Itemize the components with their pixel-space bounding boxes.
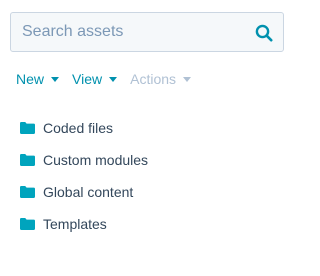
new-menu-label: New	[16, 71, 45, 87]
folder-item-global-content[interactable]: Global content	[20, 176, 148, 208]
folder-label: Global content	[43, 184, 134, 200]
search-input[interactable]	[11, 13, 241, 51]
new-menu-button[interactable]: New	[16, 70, 60, 88]
folder-icon	[20, 186, 35, 198]
folder-icon	[20, 122, 35, 134]
chevron-down-icon	[109, 76, 118, 82]
view-menu-label: View	[72, 71, 103, 87]
folder-label: Custom modules	[43, 152, 149, 168]
chevron-down-icon	[183, 76, 192, 82]
chevron-down-icon	[51, 76, 60, 82]
actions-menu-button[interactable]: Actions	[130, 70, 192, 88]
folder-list: Coded files Custom modules Global conten…	[20, 112, 148, 240]
folder-item-templates[interactable]: Templates	[20, 208, 148, 240]
actions-menu-label: Actions	[130, 71, 177, 87]
asset-browser-panel: New View Actions Coded files Custom modu…	[0, 0, 296, 276]
folder-item-coded-files[interactable]: Coded files	[20, 112, 148, 144]
folder-item-custom-modules[interactable]: Custom modules	[20, 144, 148, 176]
toolbar: New View Actions	[16, 70, 204, 88]
folder-icon	[20, 218, 35, 230]
folder-icon	[20, 154, 35, 166]
search-box	[10, 12, 284, 52]
view-menu-button[interactable]: View	[72, 70, 118, 88]
folder-label: Coded files	[43, 120, 114, 136]
folder-label: Templates	[43, 216, 107, 232]
search-icon[interactable]	[255, 24, 273, 42]
